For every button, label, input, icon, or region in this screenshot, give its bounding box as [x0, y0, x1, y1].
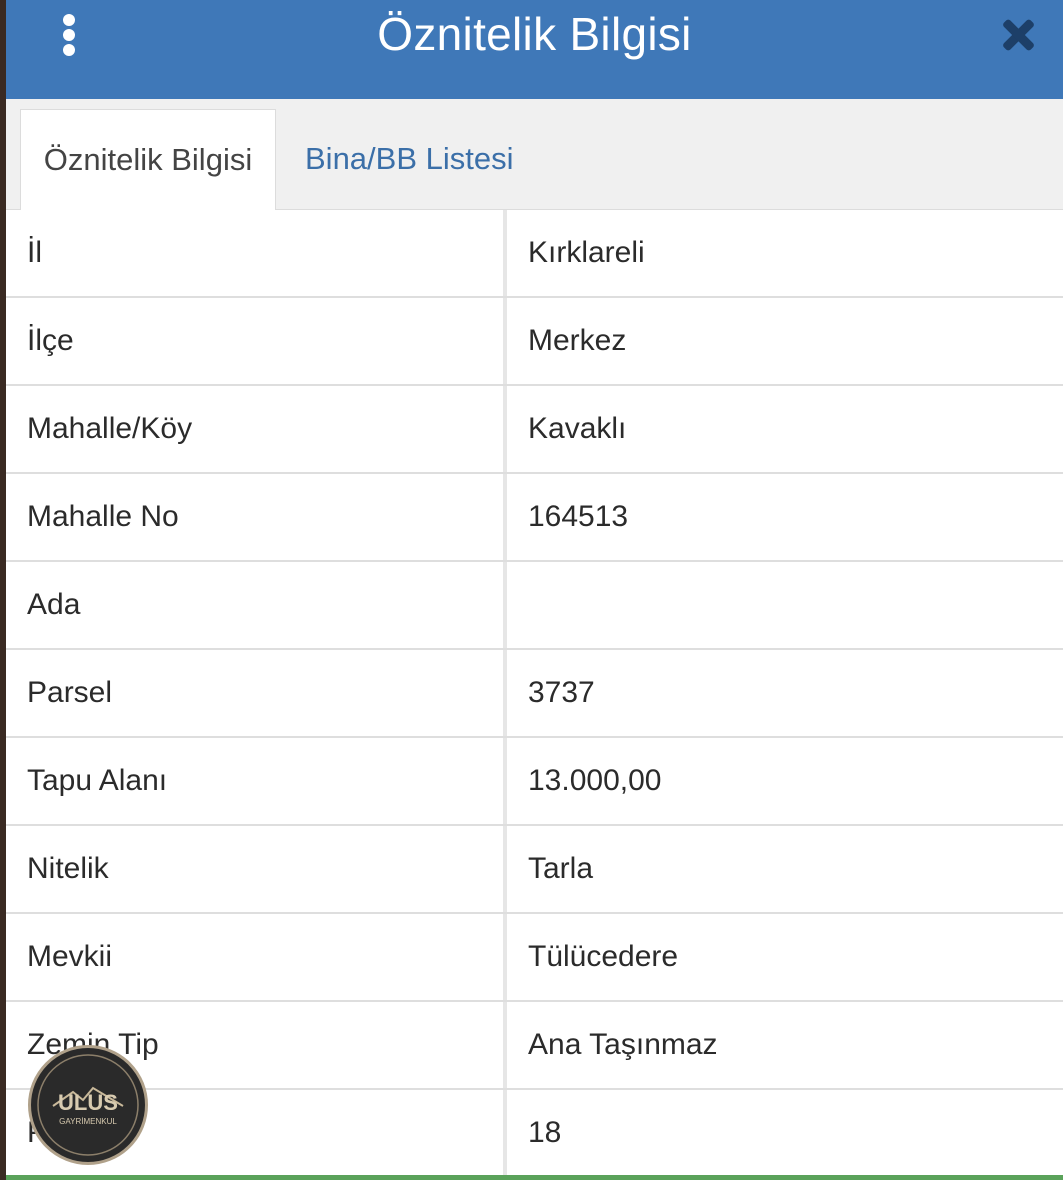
- table-row: İlçe Merkez: [6, 298, 1063, 386]
- table-row: Tapu Alanı 13.000,00: [6, 738, 1063, 826]
- table-row: Pafta 18: [6, 1090, 1063, 1178]
- row-label: Tapu Alanı: [6, 738, 503, 824]
- row-label: Mevkii: [6, 914, 503, 1000]
- row-value: Tarla: [528, 852, 594, 885]
- row-label: Parsel: [6, 650, 503, 736]
- table-row: Mahalle No 164513: [6, 474, 1063, 562]
- company-logo: ULUS GAYRİMENKUL: [28, 1045, 148, 1165]
- close-icon[interactable]: [999, 16, 1037, 54]
- table-row: Parsel 3737: [6, 650, 1063, 738]
- tab-bar: Öznitelik Bilgisi Bina/BB Listesi: [6, 99, 1063, 211]
- table-row: İl Kırklareli: [6, 210, 1063, 298]
- tab-attribute-info[interactable]: Öznitelik Bilgisi: [20, 109, 276, 211]
- dialog-title: Öznitelik Bilgisi: [377, 8, 692, 60]
- table-row: Mevkii Tülücedere: [6, 914, 1063, 1002]
- row-value: 164513: [528, 500, 629, 533]
- row-label: Ada: [6, 562, 503, 648]
- row-value: 13.000,00: [528, 764, 662, 797]
- row-label: İlçe: [6, 298, 503, 384]
- row-value: Kırklareli: [528, 236, 645, 269]
- row-label: Mahalle/Köy: [6, 386, 503, 472]
- dialog-header: Öznitelik Bilgisi: [6, 0, 1063, 99]
- svg-text:GAYRİMENKUL: GAYRİMENKUL: [59, 1117, 117, 1126]
- table-row: Zemin Tip Ana Taşınmaz: [6, 1002, 1063, 1090]
- row-value: Tülücedere: [528, 940, 679, 973]
- row-label: Mahalle No: [6, 474, 503, 560]
- row-value: Kavaklı: [528, 412, 627, 445]
- table-row: Mahalle/Köy Kavaklı: [6, 386, 1063, 474]
- row-label: İl: [6, 210, 503, 296]
- table-row: Ada: [6, 562, 1063, 650]
- row-value: 18: [528, 1116, 562, 1149]
- tab-building-list[interactable]: Bina/BB Listesi: [283, 109, 536, 209]
- row-label: Nitelik: [6, 826, 503, 912]
- attribute-info-dialog: Öznitelik Bilgisi Öznitelik Bilgisi Bina…: [6, 0, 1063, 1180]
- attribute-table: İl Kırklareli İlçe Merkez Mahalle/Köy Ka…: [6, 210, 1063, 1178]
- row-value: 3737: [528, 676, 595, 709]
- table-row: Nitelik Tarla: [6, 826, 1063, 914]
- svg-text:ULUS: ULUS: [58, 1090, 118, 1115]
- bottom-accent-bar: [6, 1175, 1063, 1180]
- row-value: [507, 562, 1063, 648]
- row-value: Ana Taşınmaz: [528, 1028, 718, 1061]
- row-value: Merkez: [528, 324, 627, 357]
